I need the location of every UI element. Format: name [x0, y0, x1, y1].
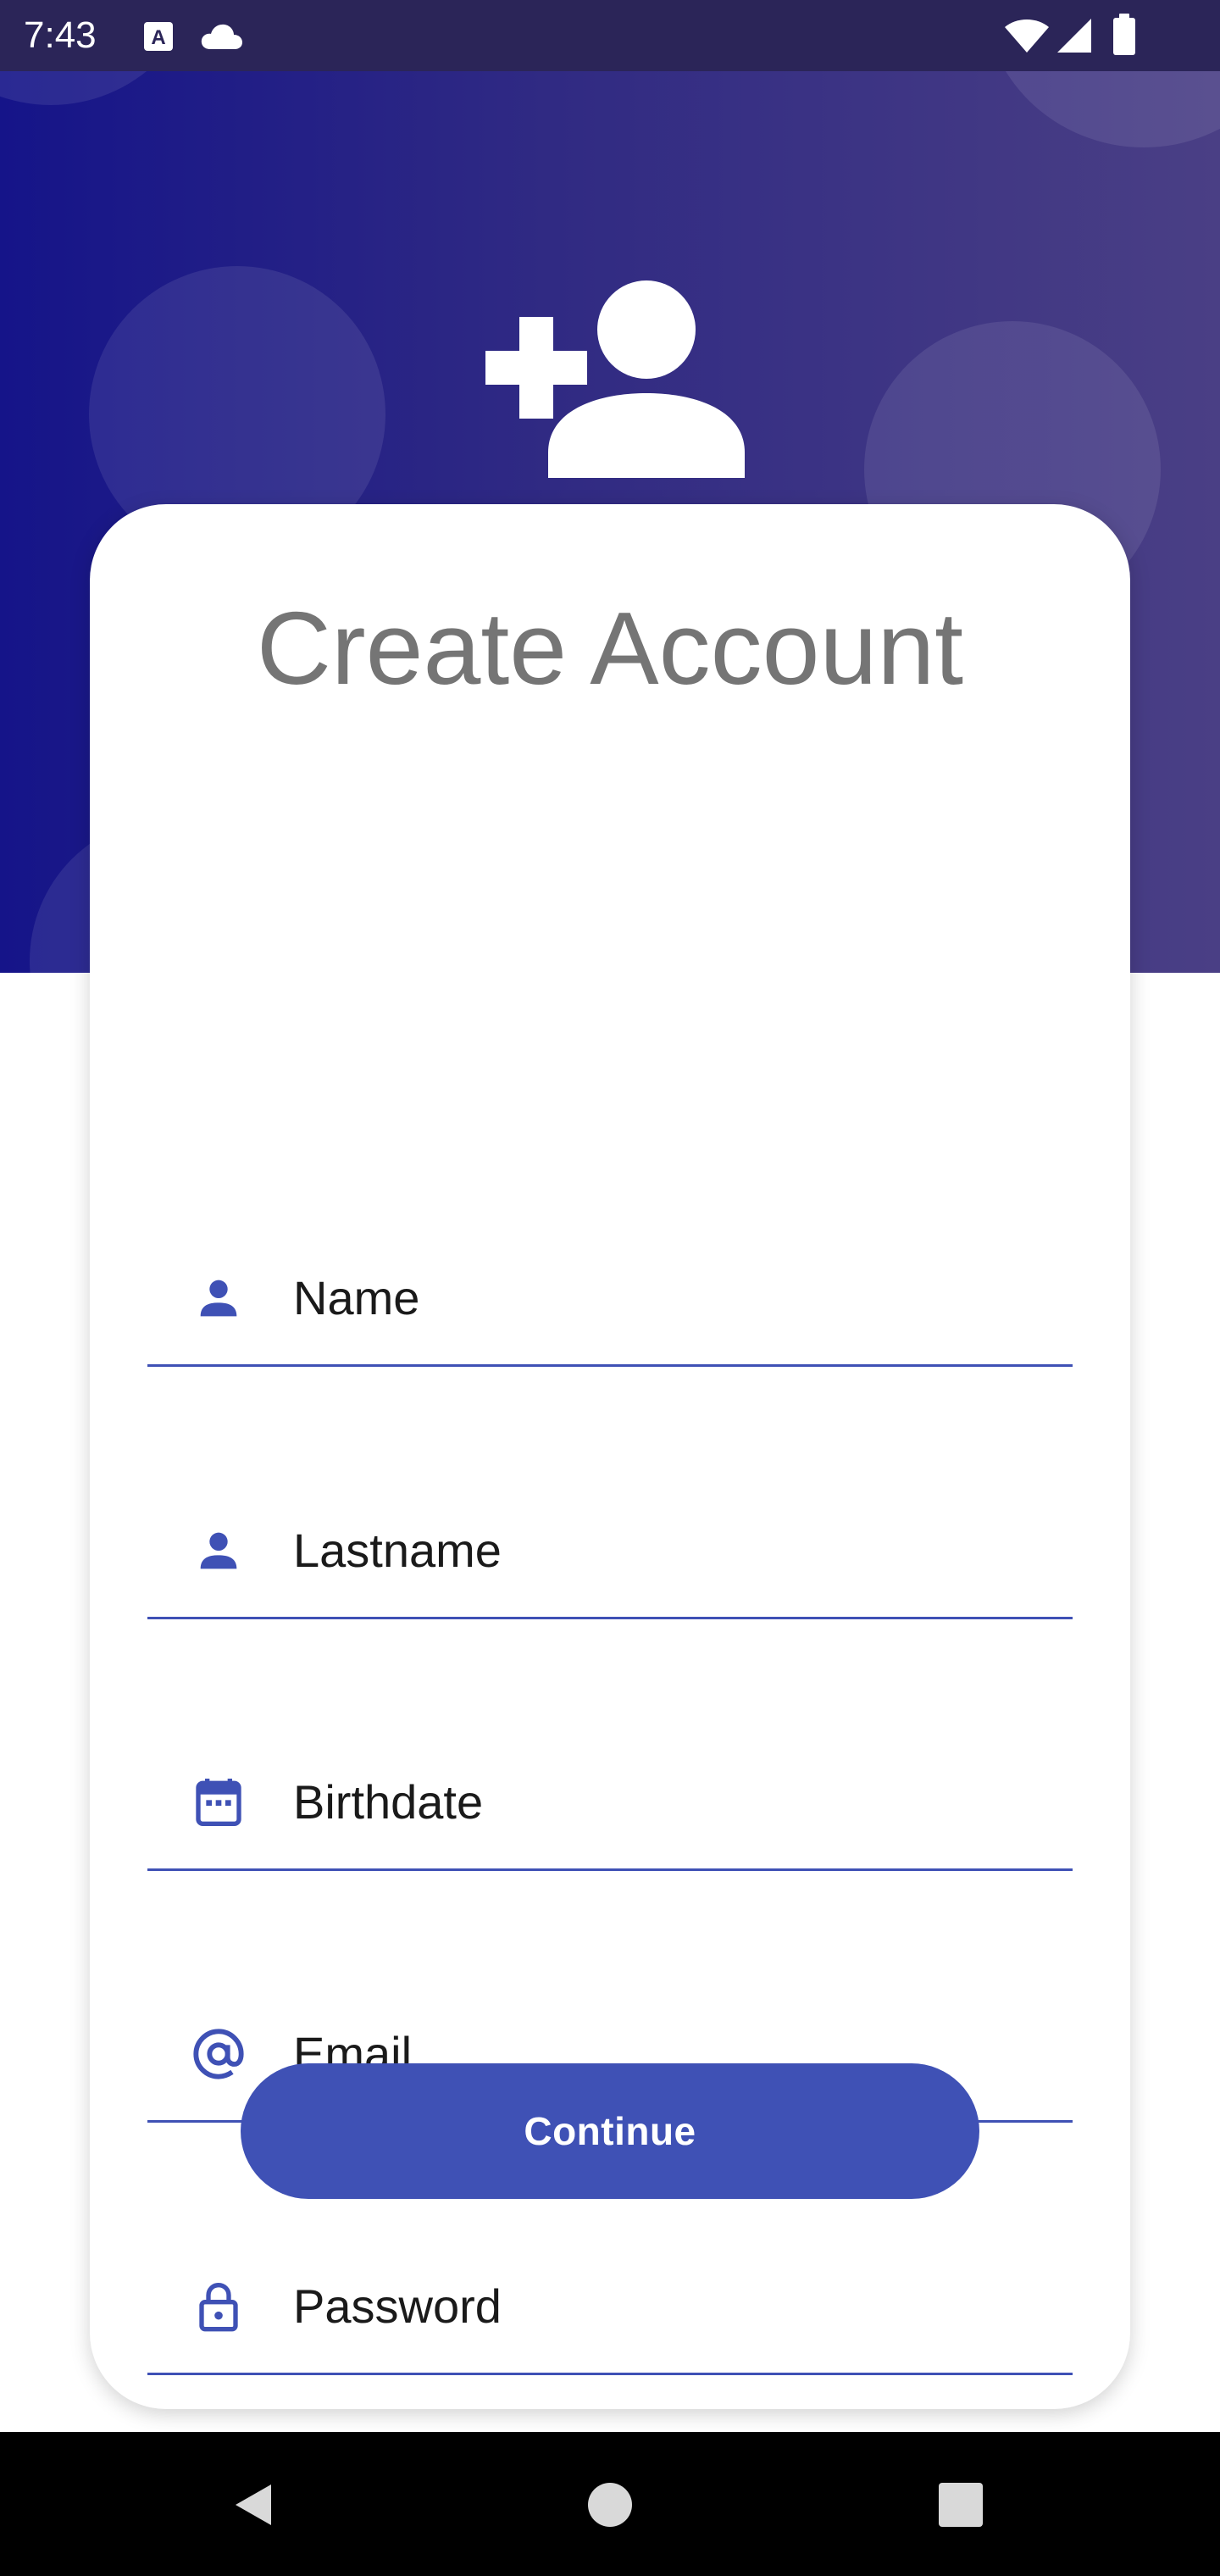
at-sign-icon — [191, 2027, 246, 2081]
password-field[interactable]: Password — [147, 2237, 1073, 2375]
name-field[interactable]: Name — [147, 1229, 1073, 1367]
decorative-circle — [0, 71, 203, 105]
password-placeholder: Password — [293, 2279, 502, 2333]
decorative-circle — [983, 71, 1220, 147]
keyboard-a-icon: A — [142, 20, 175, 57]
lastname-placeholder: Lastname — [293, 1524, 502, 1577]
birthdate-placeholder: Birthdate — [293, 1775, 484, 1829]
continue-button[interactable]: Continue — [241, 2063, 979, 2199]
status-bar: 7:43 A — [0, 0, 1220, 71]
home-icon[interactable] — [586, 2481, 634, 2533]
person-add-icon — [470, 275, 750, 482]
svg-text:A: A — [151, 26, 165, 49]
signal-icon — [1056, 17, 1093, 58]
lock-icon — [191, 2279, 246, 2334]
back-icon[interactable] — [229, 2479, 280, 2534]
battery-icon — [1112, 14, 1137, 60]
create-account-screen: 7:43 A Create Account Name Lastname Birt… — [0, 0, 1220, 2576]
name-placeholder: Name — [293, 1271, 420, 1324]
page-title: Create Account — [256, 591, 964, 706]
birthdate-field[interactable]: Birthdate — [147, 1733, 1073, 1871]
status-time: 7:43 — [24, 14, 97, 56]
cloud-icon — [200, 22, 244, 55]
person-icon — [191, 1271, 246, 1325]
recents-icon[interactable] — [937, 2481, 984, 2533]
calendar-icon — [191, 1775, 246, 1829]
lastname-field[interactable]: Lastname — [147, 1481, 1073, 1619]
navigation-bar — [0, 2432, 1220, 2576]
wifi-icon — [1003, 17, 1051, 58]
person-icon — [191, 1524, 246, 1578]
